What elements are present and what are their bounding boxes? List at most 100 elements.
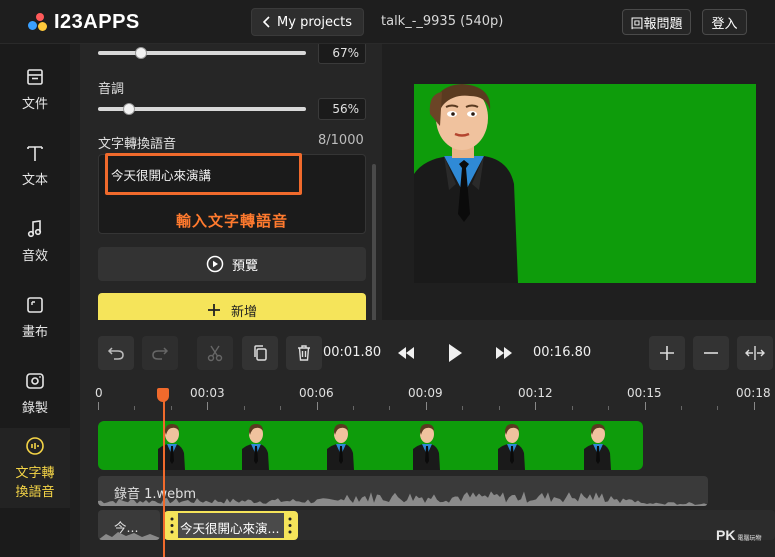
- audio-track-clip[interactable]: 錄音 1.webm: [98, 476, 708, 506]
- zoom-in-button[interactable]: [649, 336, 685, 370]
- undo-button[interactable]: [98, 336, 134, 370]
- canvas-icon: [27, 296, 43, 313]
- header: I23APPS My projects talk_-_9935 (540p) 回…: [0, 0, 775, 44]
- tts-label: 文字轉換語音: [98, 137, 177, 152]
- annotation-highlight-box: [105, 153, 302, 195]
- sidebar-item-label-line2: 換語音: [15, 485, 55, 500]
- play-icon[interactable]: [447, 343, 463, 363]
- tts-clip-2-label: 今天很開心來演...: [180, 521, 280, 536]
- ruler-tick: [644, 402, 646, 410]
- app-logo[interactable]: I23APPS: [28, 11, 140, 33]
- tts-clip-2-selected[interactable]: 今天很開心來演...: [164, 511, 298, 540]
- fit-timeline-button[interactable]: [737, 336, 773, 370]
- plus-icon: [660, 346, 674, 360]
- ruler-tick: [134, 406, 136, 410]
- chevron-left-icon: [263, 16, 270, 28]
- my-projects-button[interactable]: My projects: [251, 8, 364, 36]
- ruler-tick: [353, 406, 355, 410]
- undo-icon: [107, 347, 124, 360]
- ruler-tick: [462, 406, 464, 410]
- watermark-subtext: 電腦玩物: [737, 536, 762, 542]
- watermark-text: PK: [716, 527, 736, 543]
- tts-char-counter: 8/1000: [318, 133, 364, 148]
- redo-button[interactable]: [142, 336, 178, 370]
- sidebar-item-canvas[interactable]: 畫布: [0, 282, 70, 352]
- fast-forward-icon[interactable]: [494, 346, 514, 360]
- record-icon: [26, 372, 44, 389]
- ruler-tick: [389, 406, 391, 410]
- ruler-tick: [608, 406, 610, 410]
- fit-width-icon: [745, 346, 765, 360]
- preview-button[interactable]: 預覽: [98, 247, 366, 281]
- ruler-tick: [207, 402, 209, 410]
- tts-clip-1-label: 今...: [114, 520, 139, 535]
- total-time: 00:16.80: [533, 345, 592, 360]
- sidebar-item-record[interactable]: 錄製: [0, 358, 70, 428]
- tts-icon: [26, 437, 44, 455]
- video-track-clip[interactable]: [98, 421, 643, 470]
- sidebar-item-label: 音效: [21, 248, 48, 264]
- sidebar-item-sound[interactable]: 音效: [0, 206, 70, 276]
- ruler-tick: [280, 406, 282, 410]
- sidebar-item-label-line1: 文字轉: [15, 466, 55, 481]
- pitch-percent-field[interactable]: 56%: [318, 98, 366, 120]
- playhead-handle[interactable]: [157, 388, 169, 402]
- sidebar-item-label: 文本: [21, 172, 48, 188]
- sidebar-item-tts[interactable]: 文字轉 換語音: [0, 428, 70, 508]
- ruler-tick: [316, 402, 318, 410]
- delete-button[interactable]: [286, 336, 322, 370]
- speed-slider-thumb[interactable]: [135, 47, 148, 59]
- ruler-label-3: 00:03: [190, 386, 225, 400]
- tts-clip-right-handle[interactable]: [284, 513, 296, 538]
- panel-scrollbar[interactable]: [372, 164, 376, 320]
- file-name: talk_-_9935 (540p): [381, 14, 504, 29]
- sidebar-item-label: 文件: [21, 96, 48, 112]
- video-preview[interactable]: [414, 84, 756, 283]
- speed-slider-track[interactable]: [98, 51, 306, 55]
- sidebar-item-label: 畫布: [21, 324, 48, 340]
- ruler-tick: [753, 402, 755, 410]
- panel-divider: [70, 44, 80, 557]
- logo-text: I23APPS: [54, 10, 140, 33]
- ruler-label-0: 0: [95, 386, 103, 400]
- ruler-label-18: 00:18: [736, 386, 771, 400]
- video-thumbnail: [327, 421, 355, 470]
- ruler-tick: [498, 406, 500, 410]
- tts-clip-1[interactable]: 今...: [98, 510, 160, 540]
- sidebar-item-text[interactable]: 文本: [0, 130, 70, 200]
- plus-icon: [207, 304, 220, 316]
- rewind-icon[interactable]: [396, 346, 416, 360]
- ruler-label-6: 00:06: [299, 386, 334, 400]
- login-button[interactable]: 登入: [702, 9, 747, 35]
- copy-icon: [254, 345, 267, 361]
- tts-clip-left-handle[interactable]: [166, 513, 178, 538]
- timeline-panel: 00:01.80 00:16.80 0 00:03 00:06 00:09 00…: [80, 320, 775, 557]
- my-projects-label: My projects: [277, 14, 352, 30]
- music-icon: [27, 219, 42, 237]
- playhead-line[interactable]: [163, 388, 165, 557]
- sidebar-item-label: 錄製: [21, 400, 48, 416]
- report-issue-button[interactable]: 回報問題: [622, 9, 691, 35]
- ruler-tick: [170, 406, 172, 410]
- tts-settings-panel: 67% 音調 56% 文字轉換語音 8/1000 今天很開心來演講 輸入文字轉語…: [80, 44, 382, 320]
- video-thumbnail: [413, 421, 441, 470]
- ruler-tick: [680, 406, 682, 410]
- speed-percent-field[interactable]: 67%: [318, 44, 366, 64]
- zoom-out-button[interactable]: [693, 336, 729, 370]
- sidebar: 文件 文本 音效 畫布 錄製 文字轉 換語音: [0, 44, 70, 557]
- pitch-slider-thumb[interactable]: [122, 103, 135, 115]
- scissors-icon: [207, 345, 223, 362]
- duplicate-button[interactable]: [242, 336, 278, 370]
- sidebar-item-file[interactable]: 文件: [0, 54, 70, 124]
- ruler-tick: [535, 402, 537, 410]
- add-label: 新增: [230, 304, 257, 320]
- video-preview-area: [382, 44, 775, 320]
- ruler-tick: [425, 402, 427, 410]
- current-time: 00:01.80: [323, 345, 382, 360]
- split-button[interactable]: [197, 336, 233, 370]
- minus-icon: [704, 352, 718, 354]
- video-thumbnail: [498, 421, 526, 470]
- ruler-label-12: 00:12: [518, 386, 553, 400]
- add-button[interactable]: 新增: [98, 293, 366, 320]
- ruler-label-15: 00:15: [627, 386, 662, 400]
